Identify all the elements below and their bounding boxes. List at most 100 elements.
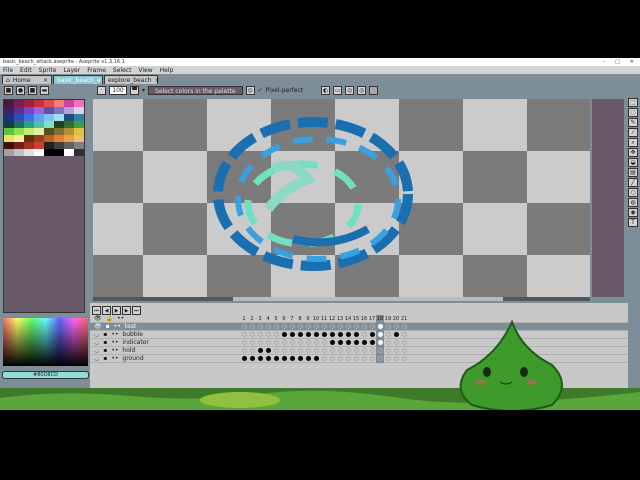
close-icon[interactable]: ×: [155, 77, 160, 84]
cel[interactable]: [392, 347, 400, 355]
continuous-icon[interactable]: ••: [111, 331, 118, 338]
menu-file[interactable]: File: [3, 67, 13, 74]
cel[interactable]: [360, 339, 368, 347]
play-button[interactable]: ▶: [112, 306, 121, 315]
cel[interactable]: [360, 347, 368, 355]
cel[interactable]: [344, 347, 352, 355]
palette-swatch[interactable]: [74, 135, 84, 142]
layer-header[interactable]: ◡ ▪ •• ground: [90, 355, 240, 362]
lasso-tool-icon[interactable]: ◌: [628, 108, 638, 117]
cel[interactable]: [240, 323, 248, 331]
cel[interactable]: [304, 331, 312, 339]
cel[interactable]: [280, 331, 288, 339]
palette-swatch[interactable]: [4, 149, 14, 156]
lock-icon[interactable]: ▪: [103, 331, 107, 338]
tab-home[interactable]: ⌂ Home ×: [2, 75, 52, 84]
cel[interactable]: [328, 347, 336, 355]
cel[interactable]: [280, 339, 288, 347]
palette-swatch[interactable]: [24, 114, 34, 121]
palette-swatch[interactable]: [44, 114, 54, 121]
cel[interactable]: [312, 339, 320, 347]
palette-swatch[interactable]: [74, 114, 84, 121]
cel[interactable]: [264, 347, 272, 355]
ink-button[interactable]: ▀: [130, 86, 139, 95]
lock-icon[interactable]: ▪: [106, 323, 110, 330]
palette-swatch[interactable]: [54, 149, 64, 156]
last-frame-button[interactable]: ⏭: [132, 306, 141, 315]
cel[interactable]: [384, 331, 392, 339]
palette-swatch[interactable]: [34, 149, 44, 156]
minimize-button[interactable]: –: [603, 59, 606, 65]
cel[interactable]: [328, 323, 336, 331]
cel[interactable]: [288, 331, 296, 339]
palette-swatch[interactable]: [24, 100, 34, 107]
palette-swatch[interactable]: [64, 128, 74, 135]
cel[interactable]: [336, 339, 344, 347]
cel[interactable]: [296, 347, 304, 355]
pencil-tool-icon[interactable]: ✎: [628, 118, 638, 127]
cel[interactable]: [384, 323, 392, 331]
chevron-down-icon[interactable]: ▾: [142, 87, 145, 94]
palette-swatch[interactable]: [64, 142, 74, 149]
cel[interactable]: [288, 323, 296, 331]
palette-swatch[interactable]: [54, 100, 64, 107]
cel[interactable]: [312, 347, 320, 355]
brush-preview[interactable]: ·: [97, 86, 106, 95]
frame-number[interactable]: 17: [368, 315, 376, 323]
cel[interactable]: [392, 331, 400, 339]
palette-swatch[interactable]: [4, 142, 14, 149]
cel[interactable]: [368, 331, 376, 339]
cel[interactable]: [368, 323, 376, 331]
frame-number[interactable]: 21: [400, 315, 408, 323]
cel[interactable]: [360, 355, 368, 363]
lock-icon[interactable]: 🔒: [106, 315, 113, 322]
brush-circle-button[interactable]: ●: [16, 86, 25, 95]
cel[interactable]: [248, 355, 256, 363]
layer-header[interactable]: ◡ ▪ •• indicator: [90, 339, 240, 346]
continuous-icon[interactable]: ••: [117, 315, 124, 322]
cel[interactable]: [336, 347, 344, 355]
palette-swatch[interactable]: [14, 121, 24, 128]
lock-icon[interactable]: ▪: [103, 347, 107, 354]
palette-swatch[interactable]: [64, 135, 74, 142]
palette-swatch[interactable]: [24, 121, 34, 128]
cel[interactable]: [352, 347, 360, 355]
palette-swatch[interactable]: [74, 121, 84, 128]
cel[interactable]: [256, 323, 264, 331]
zoom-input[interactable]: 100: [109, 86, 127, 95]
palette-swatch[interactable]: [44, 100, 54, 107]
palette-swatch[interactable]: [34, 107, 44, 114]
cel[interactable]: [328, 355, 336, 363]
cel[interactable]: [248, 331, 256, 339]
continuous-icon[interactable]: ••: [111, 347, 118, 354]
cel[interactable]: [272, 323, 280, 331]
cel[interactable]: [400, 347, 408, 355]
cel[interactable]: [272, 347, 280, 355]
cel[interactable]: [376, 346, 384, 355]
cel[interactable]: [280, 323, 288, 331]
cel[interactable]: [288, 339, 296, 347]
visibility-icon[interactable]: 👁: [94, 323, 102, 330]
marquee-tool-icon[interactable]: ⬚: [628, 98, 638, 107]
cel[interactable]: [296, 355, 304, 363]
menu-sprite[interactable]: Sprite: [39, 67, 57, 74]
palette-swatch[interactable]: [74, 100, 84, 107]
tab-explore-beach[interactable]: explore_beach ×: [104, 75, 160, 84]
frame-number[interactable]: 10: [312, 315, 320, 323]
cel[interactable]: [312, 323, 320, 331]
symmetry-button[interactable]: ▭: [333, 86, 343, 95]
cel[interactable]: [376, 322, 384, 331]
move-tool-icon[interactable]: ✥: [628, 148, 638, 157]
palette-swatch[interactable]: [74, 128, 84, 135]
contour-tool-icon[interactable]: ◍: [628, 198, 638, 207]
frame-number[interactable]: 20: [392, 315, 400, 323]
cel[interactable]: [392, 323, 400, 331]
loop-button[interactable]: ◎: [357, 86, 367, 95]
menu-select[interactable]: Select: [113, 67, 132, 74]
palette-swatch[interactable]: [74, 149, 84, 156]
layer-header[interactable]: ◡ ▪ •• bubble: [90, 331, 240, 338]
close-icon[interactable]: ×: [43, 77, 48, 84]
palette-swatch[interactable]: [14, 114, 24, 121]
continuous-icon[interactable]: ••: [114, 323, 121, 330]
cel[interactable]: [368, 355, 376, 363]
